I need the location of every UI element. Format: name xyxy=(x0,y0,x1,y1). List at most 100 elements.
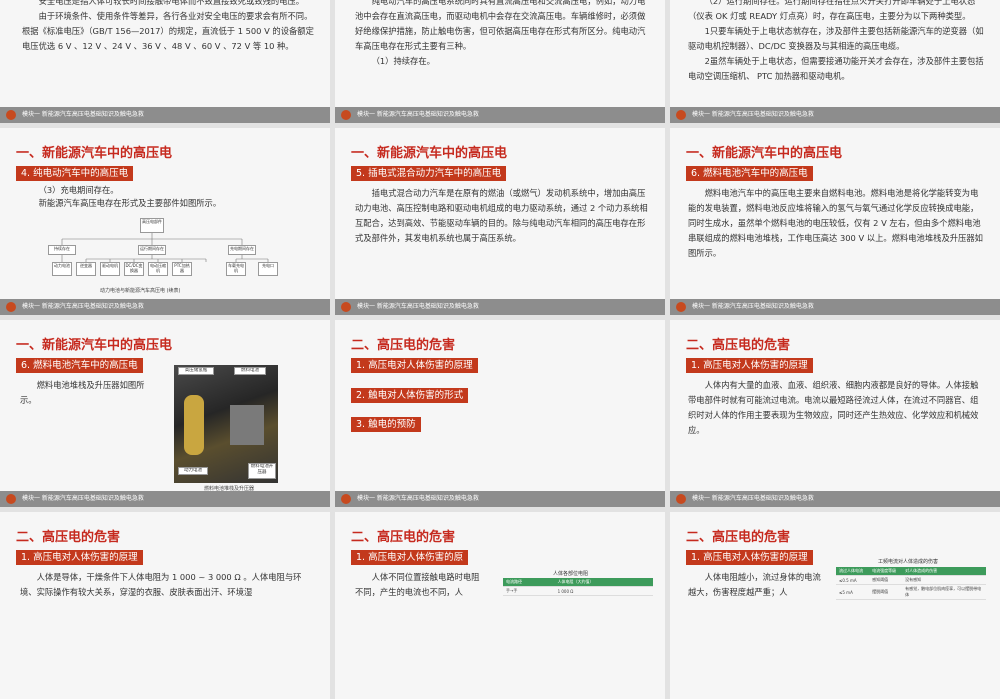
slide-7: 一、新能源汽车中的高压电 6. 燃料电池汽车中的高压电 燃料电池堆栈及升压器如图… xyxy=(0,320,330,507)
table-cell: 摆脱阈值 xyxy=(869,584,903,600)
slide-4-title: 一、新能源汽车中的高压电 xyxy=(16,146,173,161)
slide-9-title: 二、高压电的危害 xyxy=(686,338,791,353)
slide-7-tag: 6. 燃料电池汽车中的高压电 xyxy=(16,358,143,373)
table-cell: 有感觉，触电部位肌肉痉挛，可以摆脱带电体 xyxy=(902,584,986,600)
slide-9-body: 人体内有大量的血液、血液、组织液、细胞内液都是良好的导体。人体接触带电部件时就有… xyxy=(688,378,984,438)
slide-footer: 模块一 新能源汽车高压电基础知识及触电急救 xyxy=(670,107,1000,123)
slide-10: 二、高压电的危害 1. 高压电对人体伤害的原理 人体是导体，干燥条件下人体电阻为… xyxy=(0,512,330,699)
diagram-mid-1: 持续存在 xyxy=(48,245,76,255)
slide-2: 纯电动汽车的高压电系统同时具有直流高压电和交流高压电，例如，动力电池中会存在直流… xyxy=(335,0,665,123)
footer-text: 模块一 新能源汽车高压电基础知识及触电急救 xyxy=(692,111,814,118)
diagram-leaf-2: 逆变器 xyxy=(76,262,96,276)
slide-8-item-2[interactable]: 2. 触电对人体伤害的形式 xyxy=(351,388,469,403)
slide-footer: 模块一 新能源汽车高压电基础知识及触电急救 xyxy=(670,299,1000,315)
slide-12-body: 人体电阻越小，流过身体的电流越大，伤害程度越严重；人 xyxy=(688,570,823,600)
body-resistance-table: 电流路径 人体电阻（大约值） 手→手 1 000 Ω xyxy=(503,578,653,596)
slide-6-para-1: 燃料电池汽车中的高压电主要来自燃料电池。燃料电池是将化学能转变为电能的发电装置，… xyxy=(688,188,983,258)
footer-dot-icon xyxy=(341,302,351,312)
slide-6-title: 一、新能源汽车中的高压电 xyxy=(686,146,843,161)
slide-11-title: 二、高压电的危害 xyxy=(351,530,456,545)
diagram-leaf-7: 车载充电机 xyxy=(226,262,246,276)
diagram-mid-3: 充电期间存在 xyxy=(228,245,256,255)
slide-1-para-2: 由于环境条件、使用条件等差异，各行各业对安全电压的要求会有所不同。根据《标准电压… xyxy=(22,11,314,51)
slide-3-para-1: （2）运行期间存在。运行期间存在指在点火开关打开即车辆处于上电状态（仪表 OK … xyxy=(688,0,976,21)
slide-5-para-1: 插电式混合动力汽车是在原有的燃油（或燃气）发动机系统中，增加由高压动力电池、高压… xyxy=(355,188,648,243)
slide-3-para-2: 1只要车辆处于上电状态就存在，涉及部件主要包括新能源汽车的逆变器（如驱动电机控制… xyxy=(688,26,984,51)
table-header-row: 流过人体电流 电流强度等级 对人体造成的伤害 xyxy=(836,567,986,576)
slide-8-item-1[interactable]: 1. 高压电对人体伤害的原理 xyxy=(351,358,478,373)
slide-10-tag: 1. 高压电对人体伤害的原理 xyxy=(16,550,143,565)
table-header-row: 电流路径 人体电阻（大约值） xyxy=(503,578,653,587)
footer-dot-icon xyxy=(341,110,351,120)
slide-2-para-1: 纯电动汽车的高压电系统同时具有直流高压电和交流高压电，例如，动力电池中会存在直流… xyxy=(355,0,646,51)
slide-1: 安全电压是指人体可较长时间接触带电体而不致直接致死或致残的电压。 由于环境条件、… xyxy=(0,0,330,123)
footer-dot-icon xyxy=(6,302,16,312)
fuel-cell-photo: 高压储氢瓶 燃料电池 动力电池 燃料电池升压器 xyxy=(174,365,278,483)
slide-5-tag: 5. 插电式混合动力汽车中的高压电 xyxy=(351,166,507,181)
photo-label-3: 动力电池 xyxy=(178,467,208,475)
slide-1-body: 安全电压是指人体可较长时间接触带电体而不致直接致死或致残的电压。 由于环境条件、… xyxy=(22,0,314,54)
slide-2-para-2: （1）持续存在。 xyxy=(371,56,435,66)
hydrogen-tank-shape xyxy=(184,395,204,455)
slide-11-body: 人体不同位置接触电路时电阻不同，产生的电流也不同，人 xyxy=(355,570,480,600)
slide-3-para-3: 2虽然车辆处于上电状态，但需要接通功能开关才会存在，涉及部件主要包括电动空调压缩… xyxy=(688,56,984,81)
slide-8-item-3[interactable]: 3. 触电的预防 xyxy=(351,417,421,432)
diagram-leaf-3: 驱动电机 xyxy=(100,262,120,276)
slide-11-para-1: 人体不同位置接触电路时电阻不同，产生的电流也不同，人 xyxy=(355,572,480,597)
slide-6-body: 燃料电池汽车中的高压电主要来自燃料电池。燃料电池是将化学能转变为电能的发电装置，… xyxy=(688,186,984,261)
slide-11: 二、高压电的危害 1. 高压电对人体伤害的原 人体不同位置接触电路时电阻不同，产… xyxy=(335,512,665,699)
slide-3: （2）运行期间存在。运行期间存在指在点火开关打开即车辆处于上电状态（仪表 OK … xyxy=(670,0,1000,123)
footer-dot-icon xyxy=(6,110,16,120)
table-row: 手→手 1 000 Ω xyxy=(503,586,653,596)
slide-footer: 模块一 新能源汽车高压电基础知识及触电急救 xyxy=(0,491,330,507)
table-header-cell: 对人体造成的伤害 xyxy=(902,567,986,576)
table-header-cell: 人体电阻（大约值） xyxy=(554,578,653,587)
slide-10-body: 人体是导体，干燥条件下人体电阻为 1 000 ~ 3 000 Ω 。人体电阻与环… xyxy=(20,570,312,600)
slide-footer: 模块一 新能源汽车高压电基础知识及触电急救 xyxy=(670,491,1000,507)
table-header-cell: 流过人体电流 xyxy=(836,567,870,576)
slide-12-para-1: 人体电阻越小，流过身体的电流越大，伤害程度越严重；人 xyxy=(688,572,821,597)
slide-8: 二、高压电的危害 1. 高压电对人体伤害的原理 2. 触电对人体伤害的形式 3.… xyxy=(335,320,665,507)
slide-7-body: 燃料电池堆栈及升压器如图所示。 xyxy=(20,378,145,408)
footer-dot-icon xyxy=(341,494,351,504)
footer-text: 模块一 新能源汽车高压电基础知识及触电急救 xyxy=(22,495,144,502)
footer-text: 模块一 新能源汽车高压电基础知识及触电急救 xyxy=(692,495,814,502)
slide-4: 一、新能源汽车中的高压电 4. 纯电动汽车中的高压电 （3）充电期间存在。 新能… xyxy=(0,128,330,315)
diagram-mid-2: 运行期间存在 xyxy=(138,245,166,255)
slide-6-tag: 6. 燃料电池汽车中的高压电 xyxy=(686,166,813,181)
photo-label-1: 高压储氢瓶 xyxy=(178,367,214,375)
footer-text: 模块一 新能源汽车高压电基础知识及触电急救 xyxy=(357,495,479,502)
slide-12-tag: 1. 高压电对人体伤害的原理 xyxy=(686,550,813,565)
component-diagram: 高压电部件 持续存在 运行期间存在 充电期间存在 动力电池 逆变器 驱动电机 D… xyxy=(46,216,286,284)
diagram-leaf-4: DC/DC变换器 xyxy=(124,262,144,276)
slide-9-para-1: 人体内有大量的血液、血液、组织液、细胞内液都是良好的导体。人体接触带电部件时就有… xyxy=(688,380,979,435)
slide-5-title: 一、新能源汽车中的高压电 xyxy=(351,146,508,161)
table-row: ≤0.5 mA 感知阈值 没有感知 xyxy=(836,575,986,585)
diagram-root: 高压电部件 xyxy=(140,218,164,233)
slide-11-table-title: 人体各部位电阻 xyxy=(553,571,589,577)
slide-5-body: 插电式混合动力汽车是在原有的燃油（或燃气）发动机系统中，增加由高压动力电池、高压… xyxy=(355,186,649,246)
slide-8-title: 二、高压电的危害 xyxy=(351,338,456,353)
diagram-leaf-1: 动力电池 xyxy=(52,262,72,276)
slide-12: 二、高压电的危害 1. 高压电对人体伤害的原理 人体电阻越小，流过身体的电流越大… xyxy=(670,512,1000,699)
fuel-cell-stack-shape xyxy=(230,405,264,445)
table-cell: 1 000 Ω xyxy=(554,586,653,596)
slide-footer: 模块一 新能源汽车高压电基础知识及触电急救 xyxy=(335,491,665,507)
table-cell: 感知阈值 xyxy=(869,575,903,585)
footer-dot-icon xyxy=(676,494,686,504)
diagram-leaf-5: 电动压缩机 xyxy=(148,262,168,276)
slide-4-para-1: （3）充电期间存在。 xyxy=(38,185,119,195)
footer-dot-icon xyxy=(6,494,16,504)
slide-12-title: 二、高压电的危害 xyxy=(686,530,791,545)
footer-text: 模块一 新能源汽车高压电基础知识及触电急救 xyxy=(692,303,814,310)
slide-footer: 模块一 新能源汽车高压电基础知识及触电急救 xyxy=(335,107,665,123)
footer-text: 模块一 新能源汽车高压电基础知识及触电急救 xyxy=(22,303,144,310)
slide-3-body: （2）运行期间存在。运行期间存在指在点火开关打开即车辆处于上电状态（仪表 OK … xyxy=(688,0,984,84)
footer-text: 模块一 新能源汽车高压电基础知识及触电急救 xyxy=(357,303,479,310)
slide-12-table-title: 工频电流对人体造成的伤害 xyxy=(878,559,939,565)
table-cell: ≤5 mA xyxy=(836,584,870,600)
slide-4-body: （3）充电期间存在。 新能源汽车高压电存在形式及主要部件如图所示。 xyxy=(22,184,312,210)
slide-7-title: 一、新能源汽车中的高压电 xyxy=(16,338,173,353)
slide-9-tag: 1. 高压电对人体伤害的原理 xyxy=(686,358,813,373)
photo-label-4: 燃料电池升压器 xyxy=(248,463,276,479)
